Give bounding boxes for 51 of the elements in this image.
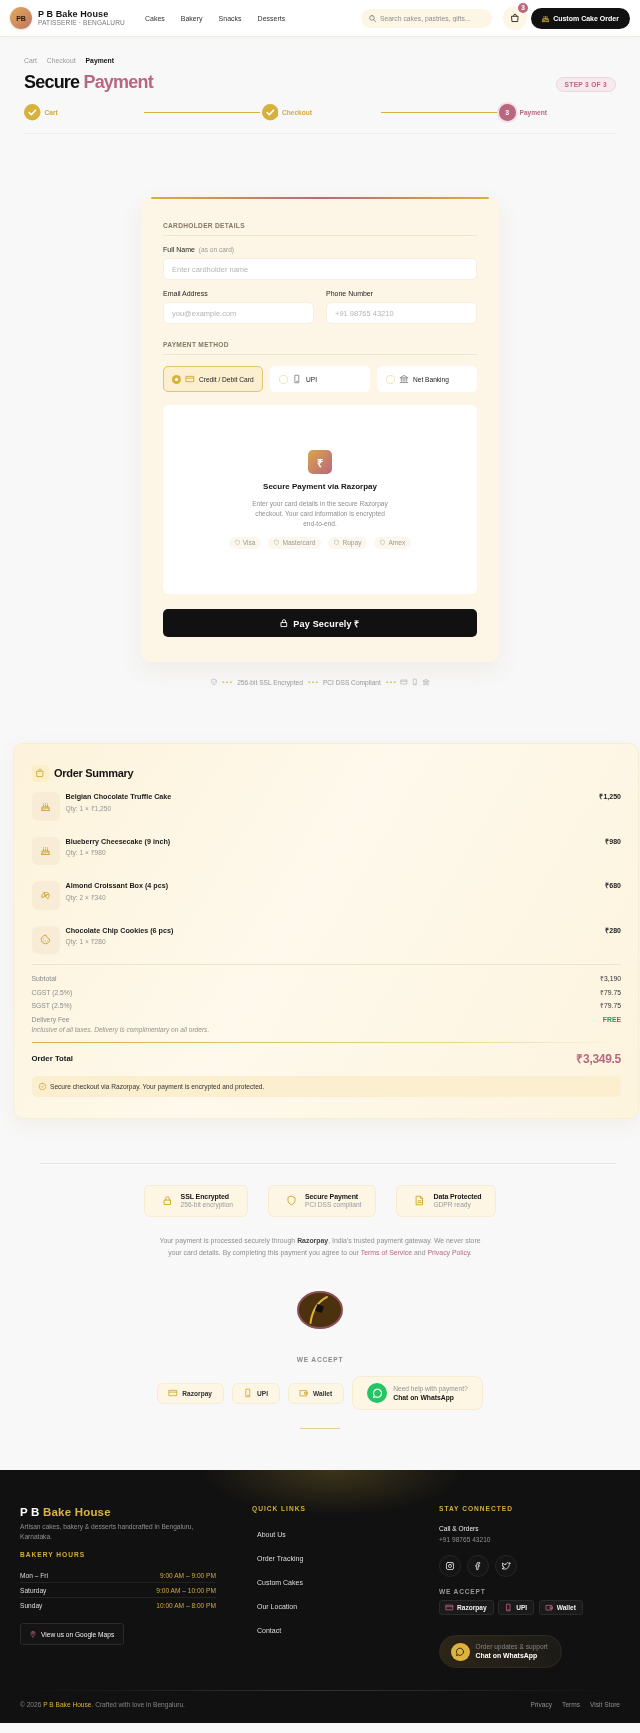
order-summary-title: Order Summary [54,767,134,780]
mobile-phone-icon [244,1389,253,1398]
shield-icon [234,540,240,546]
radio-icon [279,374,288,384]
mobile-phone-icon [293,375,301,383]
bank-icon [400,375,408,383]
bank-icon [422,679,429,685]
map-pin-icon [30,1631,36,1638]
credit-card-icon [169,1389,178,1398]
pay-securely-button[interactable]: Pay Securely ₹ [163,609,477,637]
document-icon [415,1196,425,1206]
credit-card-icon [186,375,194,383]
dot-separator-icon [307,680,318,684]
shopping-bag-icon [31,764,49,782]
twitter-icon[interactable] [494,1554,517,1577]
credit-card-icon [446,1604,453,1612]
chat-bubble-icon [451,1642,470,1662]
wallet-icon [545,1604,553,1612]
brand-name: P B Bake House [38,9,110,19]
shield-check-icon [211,679,218,685]
shield-icon [334,540,340,546]
panel-title: Secure Payment via Razorpay [263,481,377,493]
mobile-phone-icon [411,679,418,685]
cake-icon [31,792,60,821]
search-icon [369,14,376,22]
chat-bubble-icon [367,1383,388,1404]
order-total-value: ₹3,349.5 [576,1050,621,1067]
shield-icon [274,540,280,546]
padlock-icon [280,619,289,627]
check-circle-icon [38,1083,46,1090]
croissant-icon [31,881,60,910]
rupee-tile: ₹ [308,450,332,475]
dot-separator-icon [385,680,396,684]
wallet-icon [300,1389,309,1398]
padlock-icon [162,1196,172,1206]
cookie-icon [31,925,60,954]
cake-icon [542,14,550,22]
dot-separator-icon [222,680,233,684]
credit-card-icon [400,679,407,685]
cake-icon [31,836,60,865]
facebook-icon[interactable] [466,1554,490,1577]
radio-icon [172,374,181,384]
radio-icon [386,374,395,384]
shield-icon [380,540,386,546]
shopping-bag-icon [511,14,519,22]
shield-icon [287,1196,296,1206]
instagram-icon[interactable] [439,1554,462,1577]
footer-brand: P B Bake House [20,1504,111,1519]
mobile-phone-icon [505,1604,513,1612]
page-title: Secure Payment [24,71,153,94]
emblem-icon [297,1291,343,1330]
